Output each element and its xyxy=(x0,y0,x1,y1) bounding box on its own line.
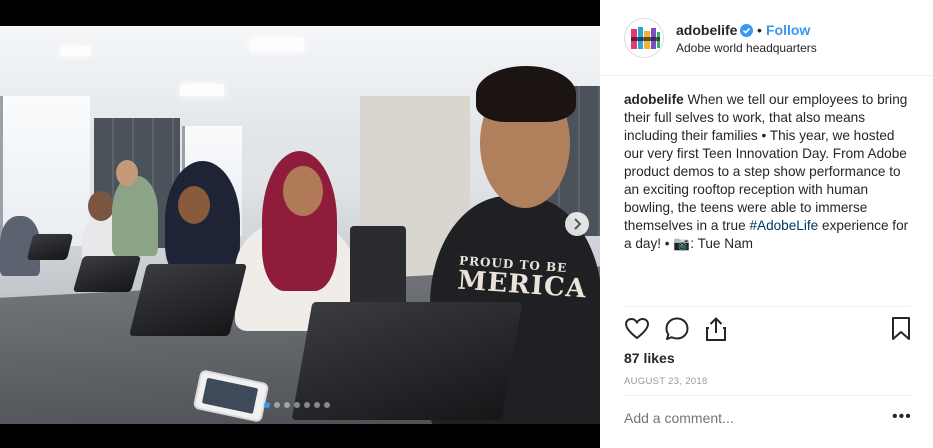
header-separator: • xyxy=(757,22,762,38)
caption-username[interactable]: adobelife xyxy=(624,92,684,107)
divider xyxy=(624,306,910,307)
person xyxy=(112,176,158,256)
share-button[interactable] xyxy=(704,316,728,347)
tablet xyxy=(72,256,142,292)
caption-hashtag[interactable]: #AdobeLife xyxy=(749,218,818,233)
chevron-right-icon xyxy=(574,218,582,230)
share-icon xyxy=(706,317,726,341)
avatar[interactable] xyxy=(624,18,664,58)
carousel-dot xyxy=(274,402,280,408)
post-header: adobelife • Follow Adobe world headquart… xyxy=(600,0,933,76)
bookmark-icon xyxy=(892,317,910,340)
post-photo[interactable]: PROUD TO BE MERICA xyxy=(0,0,600,448)
photo-scene: PROUD TO BE MERICA xyxy=(0,26,600,424)
person-head xyxy=(116,160,138,186)
comment-input[interactable] xyxy=(624,410,874,426)
comment-button[interactable] xyxy=(664,316,690,347)
like-button[interactable] xyxy=(624,316,650,347)
post-actions xyxy=(622,316,914,344)
person-head xyxy=(178,186,210,224)
ceiling-light xyxy=(180,84,224,96)
follow-button[interactable]: Follow xyxy=(766,22,810,38)
post-date: AUGUST 23, 2018 xyxy=(624,376,708,387)
save-button[interactable] xyxy=(890,316,912,347)
adobelife-logo-icon xyxy=(625,19,663,57)
caption-text: When we tell our employees to bring thei… xyxy=(624,92,908,233)
divider xyxy=(624,395,910,396)
tablet xyxy=(129,264,247,336)
verified-badge-icon xyxy=(740,24,753,37)
post-caption: adobelife When we tell our employees to … xyxy=(624,91,916,253)
carousel-dot xyxy=(324,402,330,408)
post-username[interactable]: adobelife xyxy=(676,22,737,38)
more-options-button[interactable]: ••• xyxy=(892,409,912,425)
carousel-dot xyxy=(314,402,320,408)
carousel-dot xyxy=(304,402,310,408)
carousel-dot xyxy=(284,402,290,408)
post-location[interactable]: Adobe world headquarters xyxy=(676,41,817,55)
like-count[interactable]: 87 likes xyxy=(624,350,675,366)
ceiling-light xyxy=(60,46,90,56)
carousel-indicator xyxy=(264,402,330,408)
next-photo-button[interactable] xyxy=(565,212,589,236)
carousel-dot xyxy=(294,402,300,408)
post-side-panel: adobelife • Follow Adobe world headquart… xyxy=(600,0,933,448)
ceiling-light xyxy=(250,38,304,52)
carousel-dot xyxy=(264,402,270,408)
tablet xyxy=(26,234,74,260)
heart-icon xyxy=(624,317,650,340)
tshirt-print: PROUD TO BE MERICA xyxy=(457,254,589,305)
person-head xyxy=(283,166,323,216)
comment-icon xyxy=(665,317,689,340)
person-hair xyxy=(476,66,576,122)
person-head xyxy=(88,191,114,221)
